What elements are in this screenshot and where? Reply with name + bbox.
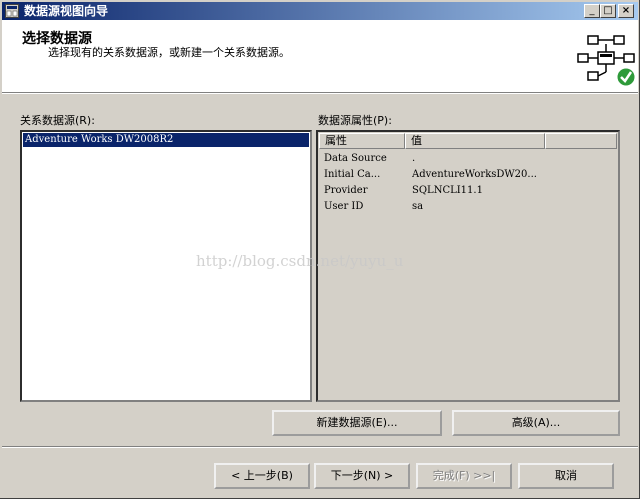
column-header-value[interactable]: 值: [405, 133, 545, 149]
new-data-source-button[interactable]: 新建数据源(E)...: [272, 410, 442, 436]
list-item[interactable]: Adventure Works DW2008R2: [23, 133, 309, 147]
wizard-app-icon: [5, 4, 19, 18]
wizard-window: 数据源视图向导 _ □ × 选择数据源 选择现有的关系数据源，或新建一个关系数据…: [0, 0, 640, 499]
property-name: Provider: [324, 185, 368, 196]
property-name: User ID: [324, 201, 364, 212]
column-header-property[interactable]: 属性: [319, 133, 405, 149]
page-subtitle: 选择现有的关系数据源，或新建一个关系数据源。: [48, 46, 290, 59]
data-source-network-icon: [577, 35, 636, 87]
properties-label: 数据源属性(P):: [318, 114, 392, 127]
advanced-button[interactable]: 高级(A)...: [452, 410, 620, 436]
watermark-text: http://blog.csdn.net/yuyu_u: [196, 252, 404, 270]
relational-sources-label: 关系数据源(R):: [20, 114, 95, 127]
footer-divider-highlight: [2, 447, 638, 448]
property-value: .: [412, 153, 416, 164]
back-button[interactable]: < 上一步(B): [214, 463, 310, 489]
next-button[interactable]: 下一步(N) >: [314, 463, 410, 489]
maximize-button[interactable]: □: [600, 4, 616, 18]
minimize-button[interactable]: _: [584, 4, 600, 18]
close-button[interactable]: ×: [618, 4, 634, 18]
finish-button[interactable]: 完成(F) >>|: [416, 463, 512, 489]
property-name: Data Source: [324, 153, 387, 164]
cancel-button[interactable]: 取消: [518, 463, 614, 489]
property-name: Initial Ca...: [324, 169, 381, 180]
property-value: sa: [412, 201, 424, 212]
wizard-header: 选择数据源 选择现有的关系数据源，或新建一个关系数据源。: [2, 20, 638, 93]
property-value: SQLNCLI11.1: [412, 185, 483, 196]
property-value: AdventureWorksDW20...: [412, 169, 537, 180]
title-bar[interactable]: 数据源视图向导 _ □ ×: [2, 2, 638, 20]
header-divider: [2, 93, 638, 94]
column-header-filler: [545, 133, 617, 149]
window-title: 数据源视图向导: [24, 4, 109, 18]
